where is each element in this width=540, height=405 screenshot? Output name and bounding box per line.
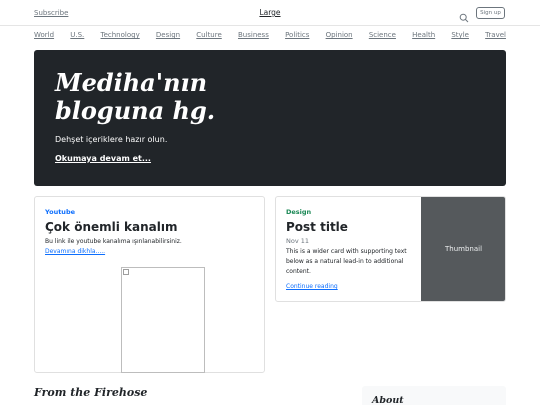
broken-image [121,267,205,373]
nav-item-travel[interactable]: Travel [485,31,506,43]
nav-item-world[interactable]: World [34,31,54,43]
nav-item-technology[interactable]: Technology [101,31,140,43]
about-sidebar: About [362,386,506,405]
youtube-card: Youtube Çok önemli kanalım Bu link ile y… [34,196,265,373]
card-continue-link[interactable]: Continue reading [286,283,338,290]
card-category: Youtube [45,208,75,216]
hero-banner: Mediha'nın bloguna hg. Dehşet içeriklere… [34,50,506,186]
nav-item-business[interactable]: Business [238,31,269,43]
hero-read-more-link[interactable]: Okumaya devam et... [55,154,151,163]
design-card: Design Post title Nov 11 This is a wider… [275,196,506,302]
card-text: Bu link ile youtube kanalıma ışınlanabil… [45,238,182,245]
nav-item-culture[interactable]: Culture [196,31,221,43]
section-heading-firehose: From the Firehose [34,386,148,399]
top-bar: Subscribe Large Sign up [0,0,540,26]
card-title: Çok önemli kanalım [45,220,178,234]
hero-title: Mediha'nın bloguna hg. [55,68,216,125]
broken-image-icon [123,269,129,275]
card-title: Post title [286,220,348,234]
card-text: This is a wider card with supporting tex… [286,248,407,275]
card-category: Design [286,208,312,216]
card-thumbnail: Thumbnail [421,197,505,301]
search-icon[interactable] [459,8,469,23]
about-heading: About [372,395,404,405]
nav-item-opinion[interactable]: Opinion [326,31,353,43]
nav-item-science[interactable]: Science [369,31,396,43]
nav-item-politics[interactable]: Politics [285,31,309,43]
category-nav: World U.S. Technology Design Culture Bus… [34,31,506,43]
card-continue-link[interactable]: Devamına dikhla..... [45,248,105,255]
nav-item-health[interactable]: Health [412,31,435,43]
hero-subtitle: Dehşet içeriklere hazır olun. [55,135,168,144]
nav-item-design[interactable]: Design [156,31,180,43]
nav-item-us[interactable]: U.S. [70,31,84,43]
card-date: Nov 11 [286,237,310,245]
nav-item-style[interactable]: Style [451,31,469,43]
sign-up-button[interactable]: Sign up [476,7,505,19]
